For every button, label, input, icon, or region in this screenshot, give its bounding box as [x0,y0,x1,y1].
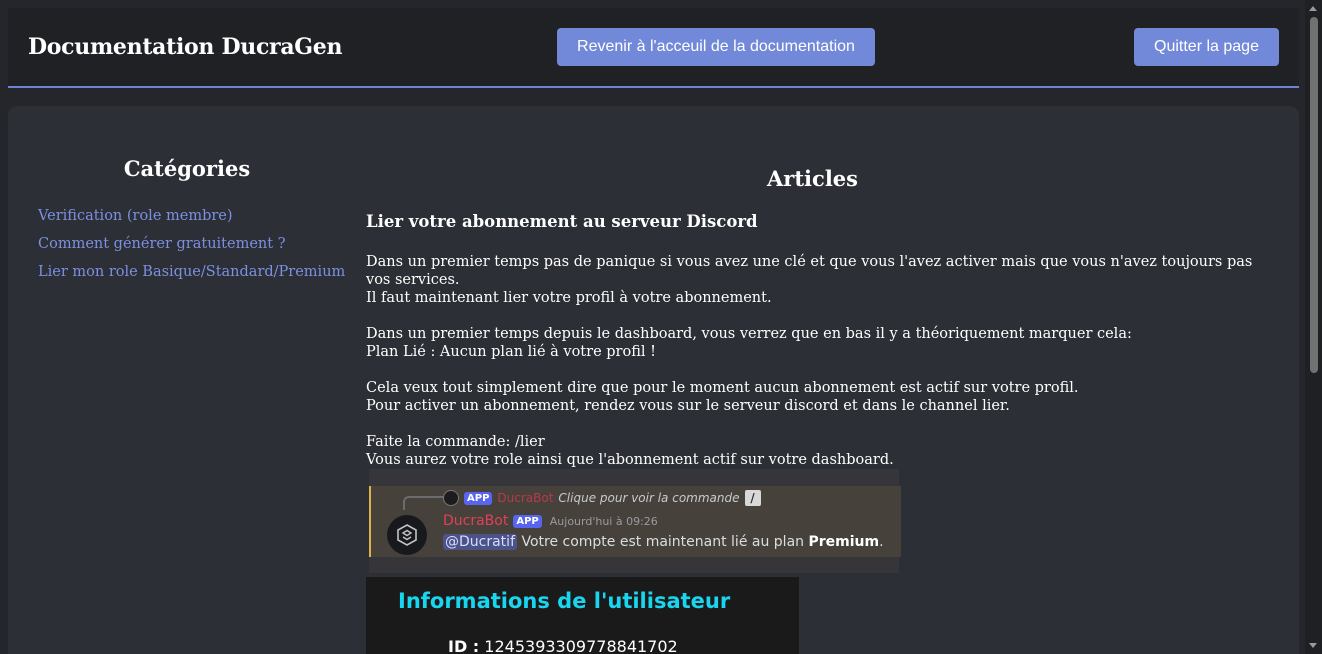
main-panel: Catégories Verification (role membre) Co… [8,106,1299,654]
header: Documentation DucraGen Revenir à l'acceu… [8,8,1299,88]
user-mention: @Ducratif [443,534,517,550]
article-text: Cela veux tout simplement dire que pour … [366,380,1079,396]
reply-connector [403,496,445,510]
discord-screenshot: APP DucraBot Clique pour voir la command… [369,469,901,573]
scroll-down-arrow-icon[interactable] [1309,643,1317,648]
reply-bot-name: DucraBot [497,491,554,505]
page: Documentation DucraGen Revenir à l'acceu… [0,0,1305,654]
article-paragraph: Faite la commande: /lier Vous aurez votr… [366,433,1266,469]
user-id-label: ID : [448,637,480,654]
mini-avatar-icon [443,490,459,506]
app-badge: APP [513,514,542,528]
vertical-scrollbar[interactable] [1305,0,1322,654]
site-title: Documentation DucraGen [28,34,343,60]
home-button[interactable]: Revenir à l'acceuil de la documentation [557,28,875,66]
message-body: @Ducratif Votre compte est maintenant li… [443,534,884,550]
reply-preview: APP DucraBot Clique pour voir la command… [443,490,761,506]
bot-avatar-icon [387,515,427,555]
message-period: . [879,534,884,550]
scroll-up-arrow-icon[interactable] [1309,6,1317,11]
bot-logo-icon [397,524,417,546]
message-timestamp: Aujourd'hui à 09:26 [549,514,658,528]
quit-button[interactable]: Quitter la page [1134,28,1279,66]
article-text: Vous aurez votre role ainsi que l'abonne… [366,452,894,468]
message-text: Votre compte est maintenant lié au plan [521,534,805,550]
article-text: Dans un premier temps pas de panique si … [366,254,1253,288]
article: Lier votre abonnement au serveur Discord… [366,212,1266,487]
article-text: Dans un premier temps depuis le dashboar… [366,326,1132,342]
article-paragraph: Cela veux tout simplement dire que pour … [366,379,1266,415]
article-paragraph: Dans un premier temps pas de panique si … [366,253,1266,307]
category-link-verification[interactable]: Verification (role membre) [38,202,345,230]
scroll-thumb[interactable] [1310,17,1318,373]
category-link-link-role[interactable]: Lier mon role Basique/Standard/Premium [38,258,345,286]
app-badge: APP [464,491,493,505]
bot-name: DucraBot [443,513,509,529]
user-id-value: 1245393309778841702 [484,637,678,654]
category-list: Verification (role membre) Comment génér… [38,202,345,286]
article-text: Faite la commande: /lier [366,434,545,450]
user-info-screenshot: Informations de l'utilisateur ID : 12453… [366,577,799,654]
plan-name: Premium [808,534,880,550]
articles-title: Articles [767,166,858,191]
message-header: DucraBot APP Aujourd'hui à 09:26 [443,513,658,529]
article-heading: Lier votre abonnement au serveur Discord [366,212,758,231]
user-info-title: Informations de l'utilisateur [398,589,731,613]
reply-text: Clique pour voir la commande [558,491,740,505]
category-link-generate[interactable]: Comment générer gratuitement ? [38,230,345,258]
article-text: Pour activer un abonnement, rendez vous … [366,398,1010,414]
discord-message: APP DucraBot Clique pour voir la command… [369,486,901,557]
article-text: Il faut maintenant lier votre profil à v… [366,290,772,306]
slash-command-icon: / [744,490,761,506]
article-paragraph: Dans un premier temps depuis le dashboar… [366,325,1266,361]
article-text: Plan Lié : Aucun plan lié à votre profil… [366,344,656,360]
categories-title: Catégories [123,156,251,181]
user-id-row: ID : 1245393309778841702 [448,637,678,654]
